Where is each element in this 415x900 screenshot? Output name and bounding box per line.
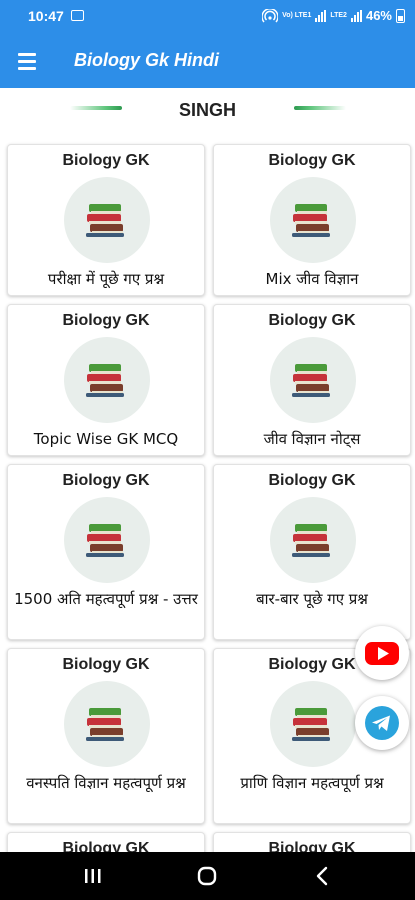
battery-icon xyxy=(396,8,405,23)
card-label: Topic Wise GK MCQ xyxy=(33,430,179,448)
category-card[interactable]: Biology GK वनस्पति विज्ञान महत्वपूर्ण प्… xyxy=(7,648,205,824)
network-label-1: Vo) LTE1 xyxy=(282,12,312,19)
card-label: वनस्पति विज्ञान महत्वपूर्ण प्रश्न xyxy=(26,774,186,792)
card-label: परीक्षा में पूछे गए प्रश्न xyxy=(47,270,165,288)
books-icon xyxy=(64,337,150,423)
card-heading: Biology GK xyxy=(268,312,356,329)
card-label: बार-बार पूछे गए प्रश्न xyxy=(256,590,368,608)
category-card[interactable]: Biology GK Mix जीव विज्ञान xyxy=(213,144,411,296)
card-label: जीव विज्ञान नोट्स xyxy=(263,430,361,448)
signal-1-icon xyxy=(315,9,327,22)
category-card[interactable]: Biology GK जीव विज्ञान नोट्स xyxy=(213,304,411,456)
network-label-2: LTE2 xyxy=(330,12,347,19)
back-icon[interactable] xyxy=(310,864,336,888)
card-heading: Biology GK xyxy=(62,656,150,673)
telegram-icon xyxy=(365,706,399,740)
card-heading: Biology GK xyxy=(268,152,356,169)
hamburger-menu-icon[interactable] xyxy=(16,50,40,72)
card-heading: Biology GK xyxy=(62,152,150,169)
card-heading: Biology GK xyxy=(268,472,356,489)
app-bar: Biology Gk Hindi xyxy=(0,34,415,88)
status-indicators: Vo) LTE1 LTE2 46% xyxy=(262,8,405,23)
books-icon xyxy=(270,497,356,583)
card-label: Mix जीव विज्ञान xyxy=(265,270,359,288)
app-title: Biology Gk Hindi xyxy=(74,50,220,70)
card-label: 1500 अति महत्वपूर्ण प्रश्न - उत्तर xyxy=(14,590,198,608)
category-card[interactable]: Biology GK परीक्षा में पूछे गए प्रश्न xyxy=(7,144,205,296)
category-card[interactable]: Biology GK बार-बार पूछे गए प्रश्न xyxy=(213,464,411,640)
youtube-icon xyxy=(365,642,399,665)
singh-banner: SINGH xyxy=(0,90,415,130)
status-time: 10:47 xyxy=(28,8,64,24)
books-icon xyxy=(64,177,150,263)
books-icon xyxy=(270,177,356,263)
books-icon xyxy=(270,681,356,767)
youtube-button[interactable] xyxy=(355,626,409,680)
card-heading: Biology GK xyxy=(62,472,150,489)
signal-2-icon xyxy=(350,9,362,22)
hotspot-icon xyxy=(262,8,279,22)
system-nav-bar xyxy=(0,852,415,900)
card-heading: Biology GK xyxy=(62,312,150,329)
telegram-button[interactable] xyxy=(355,696,409,750)
books-icon xyxy=(64,681,150,767)
banner-text: SINGH xyxy=(178,100,236,120)
gallery-notification-icon xyxy=(71,10,84,21)
books-icon xyxy=(64,497,150,583)
card-label: प्राणि विज्ञान महत्वपूर्ण प्रश्न xyxy=(240,774,384,792)
battery-percent: 46% xyxy=(365,8,392,23)
status-bar: 10:47 Vo) LTE1 LTE2 46% xyxy=(0,0,415,34)
banner-line-right xyxy=(294,106,346,110)
books-icon xyxy=(270,337,356,423)
category-card[interactable]: Biology GK 1500 अति महत्वपूर्ण प्रश्न - … xyxy=(7,464,205,640)
recent-apps-icon[interactable] xyxy=(80,864,106,888)
home-icon[interactable] xyxy=(194,864,220,888)
category-card[interactable]: Biology GK Topic Wise GK MCQ xyxy=(7,304,205,456)
